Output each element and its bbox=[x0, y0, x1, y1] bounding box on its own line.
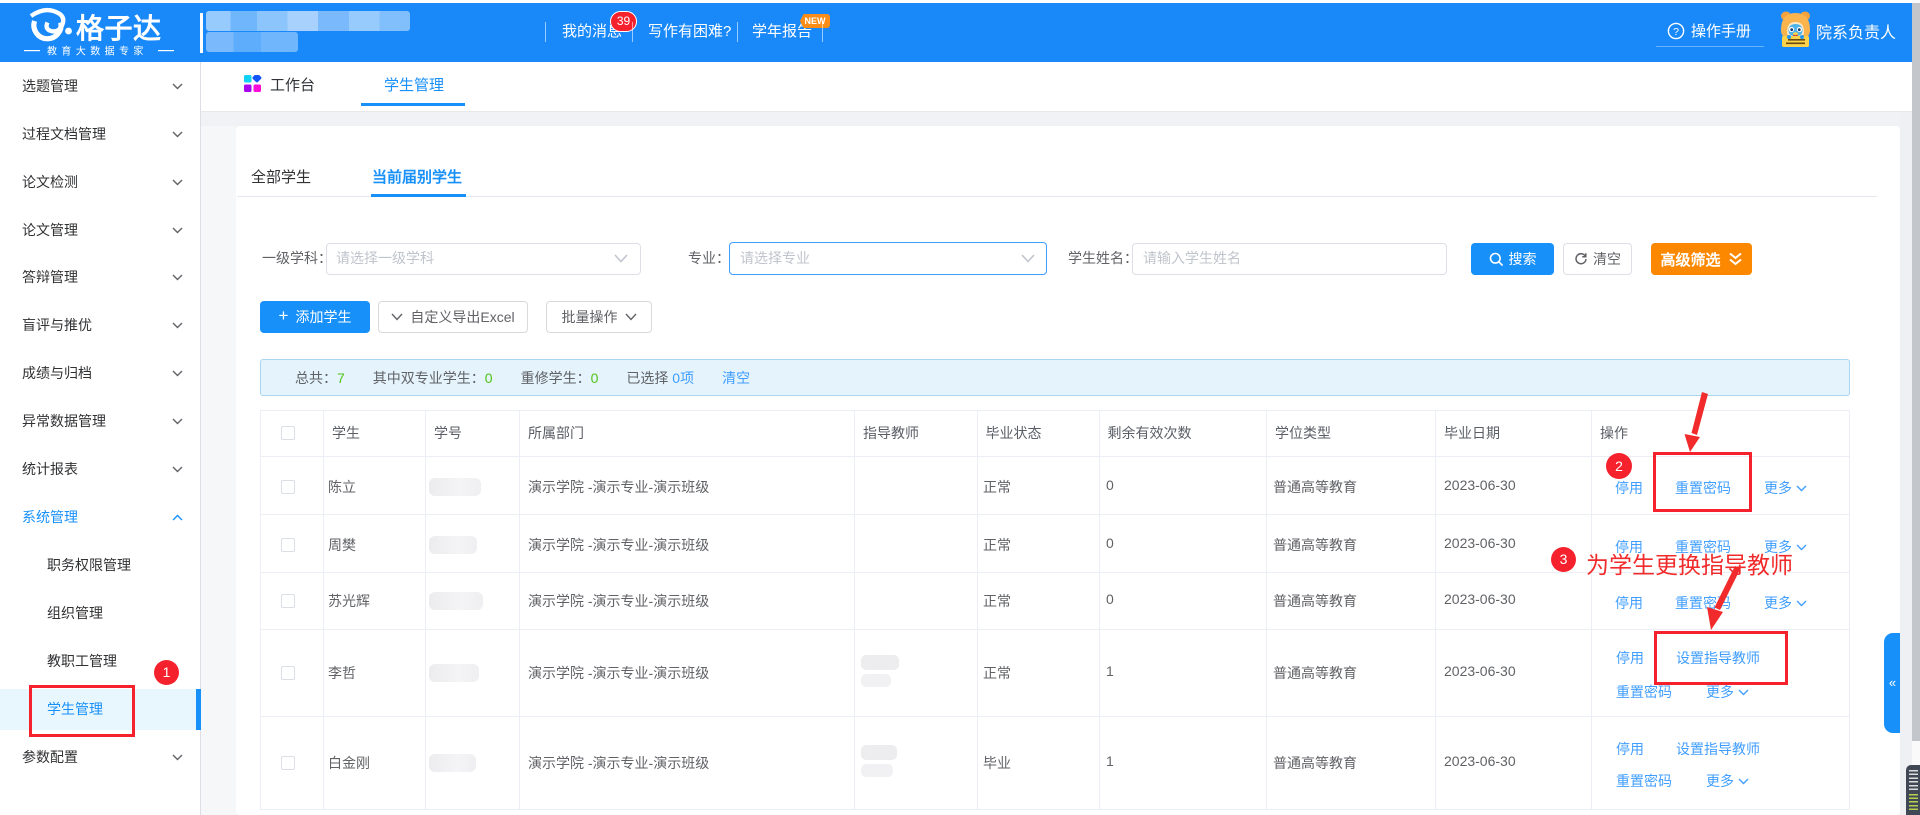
svg-text:教育大数据专家: 教育大数据专家 bbox=[47, 45, 148, 58]
svg-text:格子达: 格子达 bbox=[76, 13, 162, 44]
svg-text:?: ? bbox=[1673, 26, 1679, 38]
